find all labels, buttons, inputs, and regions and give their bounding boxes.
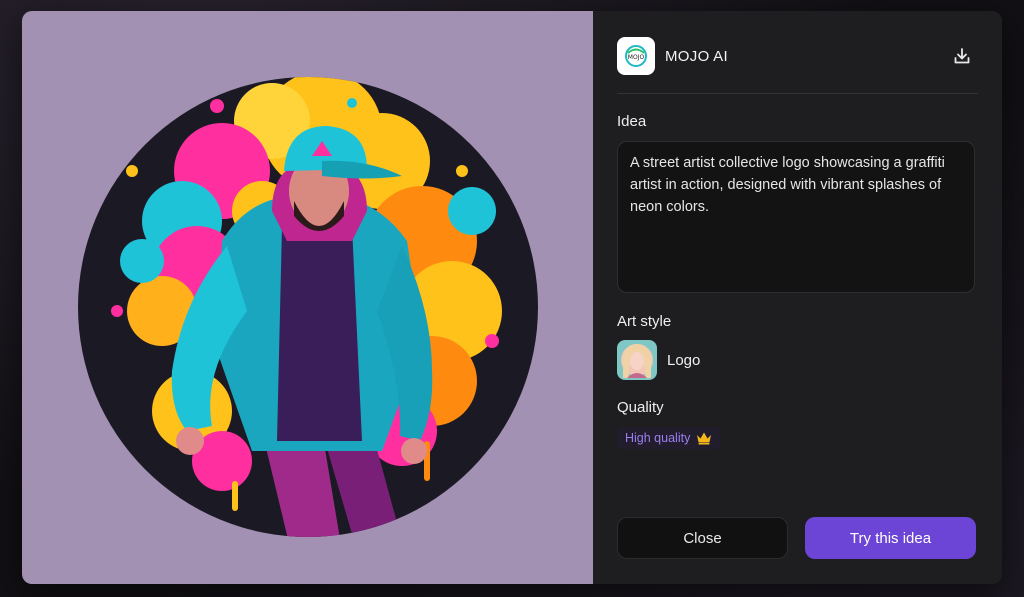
idea-info-panel: MOJO MOJO AI Idea A street artist collec… (593, 11, 1002, 584)
art-style-name: Logo (667, 351, 701, 369)
idea-label: Idea (617, 113, 647, 130)
download-button[interactable] (950, 44, 974, 68)
logo-style-preview (617, 340, 657, 380)
art-style-label: Art style (617, 313, 672, 330)
quality-badge-text: High quality (625, 431, 691, 445)
art-style-thumbnail (617, 340, 657, 380)
idea-text-box: A street artist collective logo showcasi… (617, 141, 975, 293)
crown-icon (696, 431, 712, 445)
close-button[interactable]: Close (617, 517, 788, 559)
download-icon (954, 48, 970, 64)
graffiti-artist-artwork (78, 77, 538, 537)
quality-badge: High quality (617, 427, 721, 449)
header-divider (617, 93, 978, 94)
idea-text: A street artist collective logo showcasi… (630, 155, 945, 215)
mojo-logo-icon: MOJO (625, 45, 647, 67)
generated-image-pane (22, 11, 593, 584)
mojo-ai-logo: MOJO (617, 37, 655, 75)
try-this-idea-button[interactable]: Try this idea (805, 517, 976, 559)
art-style-row: Logo (617, 340, 700, 380)
quality-label: Quality (617, 399, 664, 416)
svg-text:MOJO: MOJO (628, 54, 645, 61)
idea-detail-modal: MOJO MOJO AI Idea A street artist collec… (22, 11, 1002, 584)
panel-header: MOJO MOJO AI (617, 36, 978, 76)
brand-name: MOJO AI (665, 47, 728, 65)
